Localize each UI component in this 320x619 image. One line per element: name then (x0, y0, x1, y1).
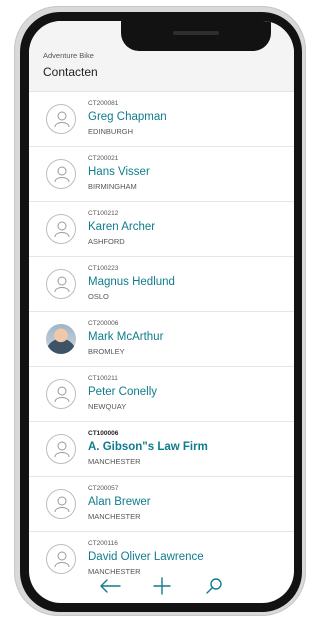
company-name: Adventure Bike (43, 51, 94, 60)
bottom-toolbar (29, 569, 294, 603)
contact-code: CT100223 (88, 265, 119, 272)
page-title: Contacten (43, 65, 98, 79)
contact-name[interactable]: Greg Chapman (88, 111, 167, 123)
contact-row[interactable]: CT100223 Magnus Hedlund OSLO (29, 257, 294, 312)
contact-name[interactable]: A. Gibson"s Law Firm (88, 441, 208, 453)
person-icon (46, 379, 76, 409)
contact-city: EDINBURGH (88, 127, 134, 136)
contact-row[interactable]: CT100212 Karen Archer ASHFORD (29, 202, 294, 257)
contact-row[interactable]: CT200021 Hans Visser BIRMINGHAM (29, 147, 294, 202)
contact-code: CT100212 (88, 210, 119, 217)
contact-code: CT200057 (88, 485, 119, 492)
contact-name[interactable]: David Oliver Lawrence (88, 551, 204, 563)
arrow-left-icon (99, 579, 121, 593)
contact-row[interactable]: CT100211 Peter Conelly NEWQUAY (29, 367, 294, 422)
search-button[interactable] (201, 573, 227, 599)
contact-city: ASHFORD (88, 237, 125, 246)
contact-name[interactable]: Hans Visser (88, 166, 150, 178)
contact-name[interactable]: Magnus Hedlund (88, 276, 175, 288)
contact-row[interactable]: CT200006 Mark McArthur BROMLEY (29, 312, 294, 367)
contact-city: MANCHESTER (88, 512, 141, 521)
person-icon (46, 434, 76, 464)
person-icon (46, 104, 76, 134)
contact-city: BIRMINGHAM (88, 182, 137, 191)
contact-name[interactable]: Alan Brewer (88, 496, 151, 508)
contact-code: CT200021 (88, 155, 119, 162)
contact-city: BROMLEY (88, 347, 125, 356)
contact-row[interactable]: CT100006 A. Gibson"s Law Firm MANCHESTER (29, 422, 294, 477)
speaker-grille (173, 31, 219, 35)
back-button[interactable] (97, 573, 123, 599)
contact-code: CT100006 (88, 430, 119, 437)
contact-name[interactable]: Karen Archer (88, 221, 155, 233)
contact-row[interactable]: CT200057 Alan Brewer MANCHESTER (29, 477, 294, 532)
contact-name[interactable]: Mark McArthur (88, 331, 163, 343)
contact-city: NEWQUAY (88, 402, 127, 411)
contact-code: CT200006 (88, 320, 119, 327)
person-icon (46, 159, 76, 189)
add-button[interactable] (149, 573, 175, 599)
contact-code: CT200081 (88, 100, 119, 107)
contact-code: CT200116 (88, 540, 118, 547)
person-icon (46, 489, 76, 519)
person-icon (46, 269, 76, 299)
contact-code: CT100211 (88, 375, 118, 382)
phone-notch (121, 21, 271, 51)
contact-list: CT200081 Greg Chapman EDINBURGH CT200021… (29, 92, 294, 586)
contact-city: MANCHESTER (88, 457, 141, 466)
plus-icon (152, 577, 171, 595)
contact-row[interactable]: CT200081 Greg Chapman EDINBURGH (29, 92, 294, 147)
contact-photo-avatar (46, 324, 76, 354)
app-screen: Adventure Bike Contacten CT200081 Greg C… (29, 21, 294, 603)
contact-name[interactable]: Peter Conelly (88, 386, 157, 398)
search-icon (205, 578, 222, 594)
contact-city: OSLO (88, 292, 109, 301)
person-icon (46, 214, 76, 244)
